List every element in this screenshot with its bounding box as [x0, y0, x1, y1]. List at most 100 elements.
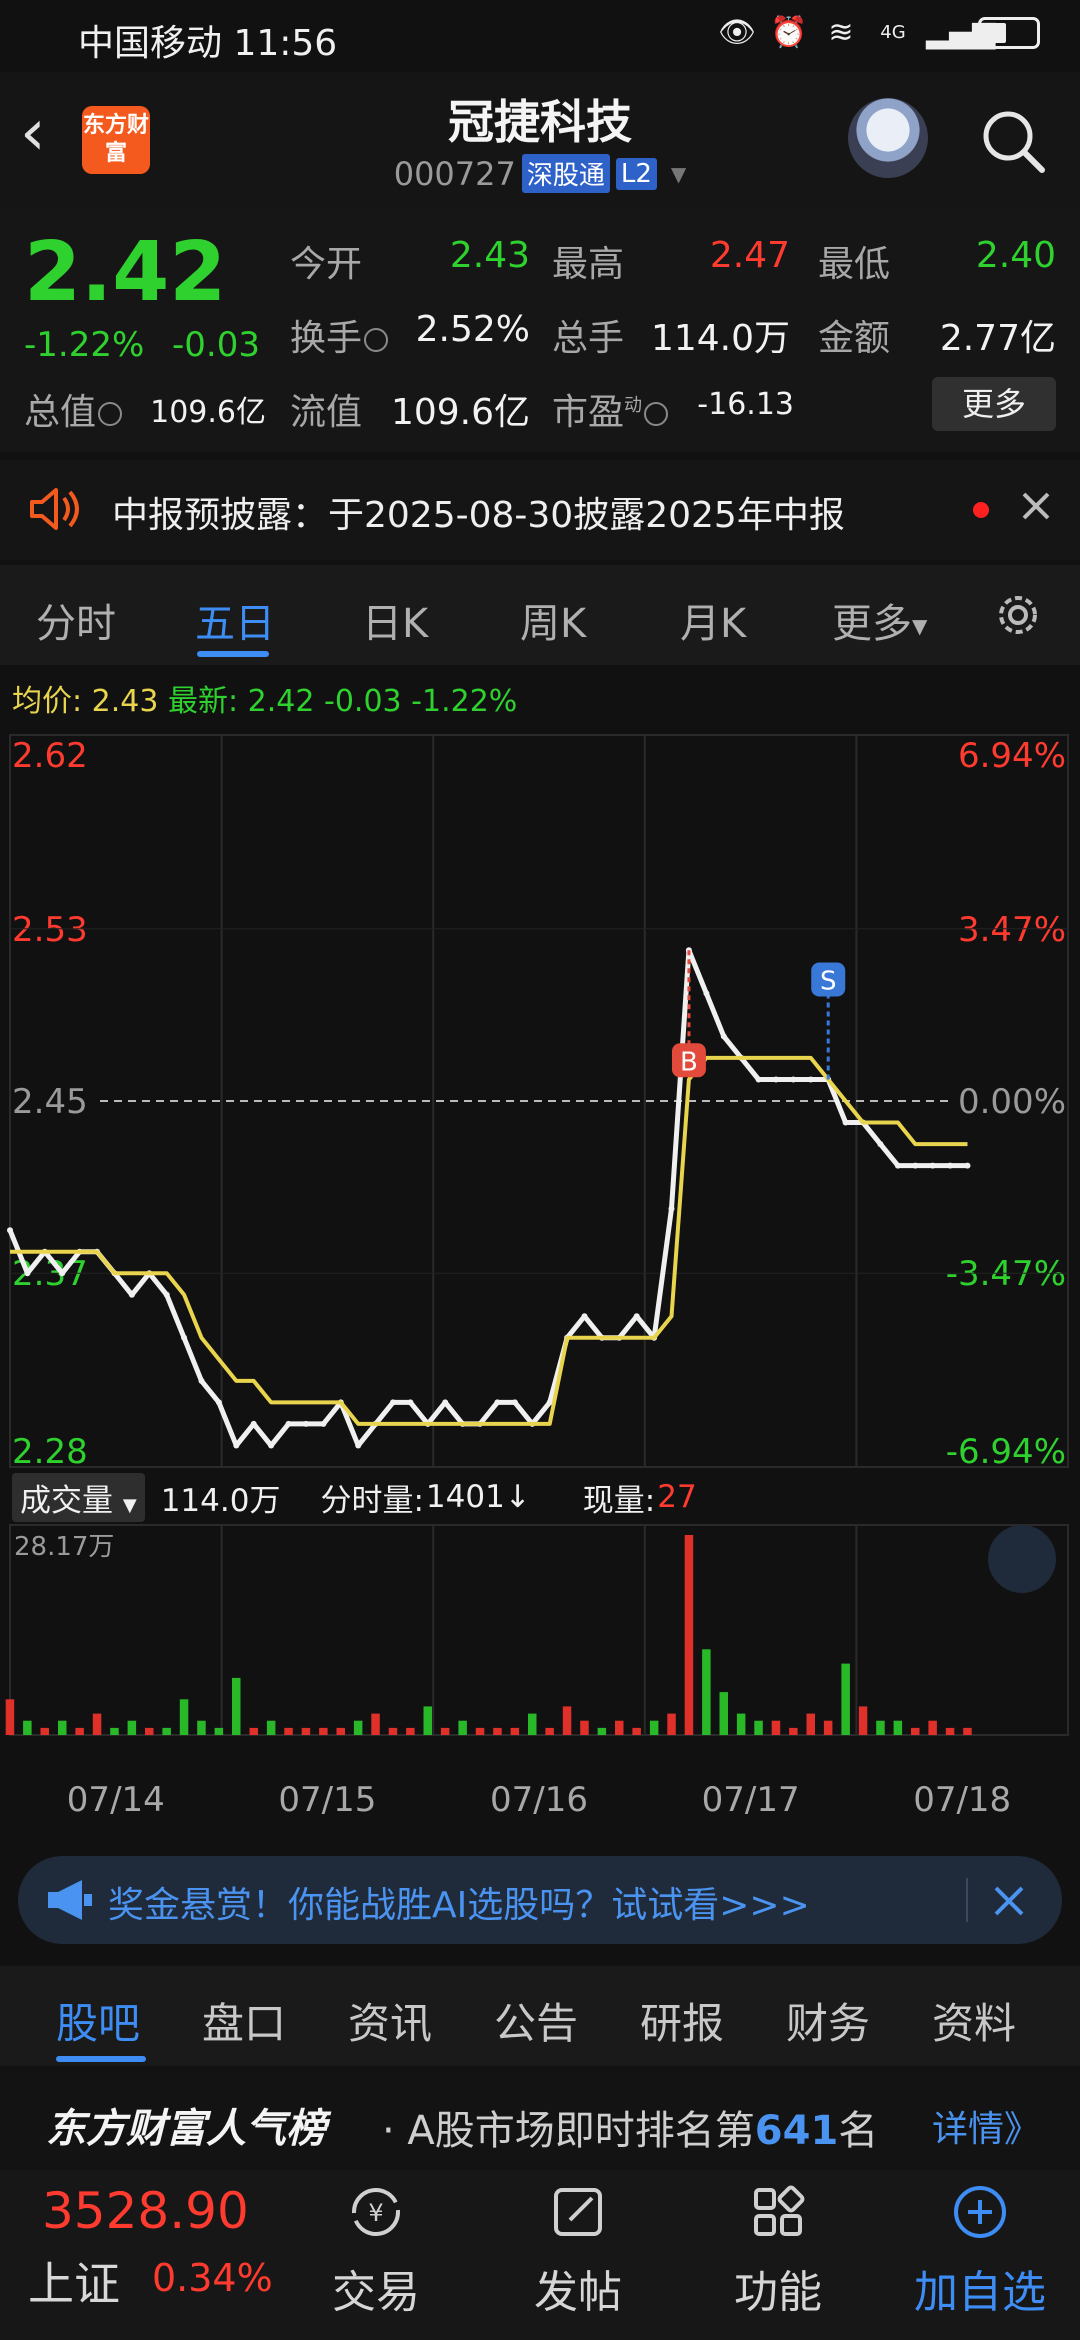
status-icons: 👁 ⏰ ≋ 4G ▂▄▆	[718, 16, 1040, 50]
tab-weekly-k[interactable]: 周K	[520, 591, 586, 649]
volume-bar	[806, 1713, 815, 1735]
tab-monthly-k[interactable]: 月K	[680, 591, 746, 649]
volume-bar	[545, 1727, 554, 1735]
rank-detail-link[interactable]: 详情》	[932, 2100, 1040, 2152]
volume-bar	[632, 1727, 641, 1735]
tab-five-day[interactable]: 五日	[195, 591, 275, 649]
price-point	[703, 990, 710, 997]
date-tick-label: 07/14	[66, 1780, 165, 1820]
battery-icon	[978, 17, 1040, 49]
volume-bar	[197, 1720, 206, 1735]
price-point	[581, 1313, 588, 1320]
latest-label: 最新:	[168, 684, 239, 719]
expand-icon	[988, 1525, 1056, 1593]
tab-profile[interactable]: 资料	[932, 1990, 1016, 2051]
megaphone-icon	[48, 1880, 92, 1920]
volume-bar	[353, 1720, 363, 1735]
nav-functions[interactable]: 功能	[708, 2180, 848, 2320]
volume-bar	[475, 1727, 485, 1735]
price-point	[807, 1076, 814, 1083]
five-day-chart[interactable]: 2.62 6.94%2.53 3.47%2.45 0.00%2.37 -3.47%2.2…	[0, 725, 1080, 1780]
price-point	[407, 1399, 414, 1406]
back-button[interactable]: ‹	[20, 98, 70, 178]
volume-bar	[423, 1706, 432, 1735]
volume-bar	[23, 1720, 32, 1735]
index-name: 上证	[28, 2257, 120, 2311]
stock-code-row[interactable]: 000727 深股通 L2 ▼	[340, 154, 740, 193]
price-point	[755, 1076, 762, 1083]
popularity-rank-row[interactable]: 东方财富人气榜 · A股市场即时排名第641名 详情》	[0, 2070, 1080, 2170]
volume-bar	[754, 1720, 763, 1735]
date-tick-label: 07/17	[701, 1780, 800, 1820]
date-axis: 07/14 07/15 07/16 07/17 07/18	[0, 1780, 1080, 1830]
volume-bar	[945, 1727, 955, 1735]
volume-bar	[667, 1713, 676, 1735]
tab-daily-k[interactable]: 日K	[362, 591, 428, 649]
volume-bar	[562, 1706, 572, 1735]
stock-code: 000727	[393, 154, 516, 193]
gear-icon[interactable]	[990, 587, 1046, 643]
price-point	[303, 1420, 309, 1427]
tab-underline	[197, 651, 269, 657]
nav-post-label: 发帖	[534, 2267, 622, 2318]
price-point	[720, 1033, 727, 1040]
avg-label: 均价:	[12, 684, 83, 719]
volume-bar	[876, 1720, 885, 1735]
volume-value: 114.0万	[650, 318, 790, 359]
tab-news[interactable]: 资讯	[348, 1990, 432, 2051]
price-point	[128, 1291, 135, 1298]
close-icon[interactable]	[1014, 484, 1058, 528]
nav-post[interactable]: 发帖	[508, 2180, 648, 2320]
nav-add-watchlist[interactable]: 加自选	[910, 2180, 1050, 2320]
tab-research[interactable]: 研报	[640, 1990, 724, 2051]
volume-bar	[249, 1727, 258, 1735]
robot-assistant-icon[interactable]	[848, 98, 928, 178]
tab-announcements[interactable]: 公告	[494, 1990, 578, 2051]
tab-financials[interactable]: 财务	[786, 1990, 870, 2051]
volume-header: 成交量 ▼ 114.0万 分时量: 1401↓ 现量: 27	[12, 1472, 697, 1522]
close-icon[interactable]	[984, 1876, 1034, 1926]
nav-trade[interactable]: ¥ 交易	[306, 2180, 446, 2320]
more-quote-button[interactable]: 更多	[932, 377, 1056, 431]
connect-tag: 深股通	[521, 154, 610, 193]
ai-banner[interactable]: 奖金悬赏！你能战胜AI选股吗？试试看>>>	[18, 1856, 1062, 1944]
tab-more[interactable]: 更多▼	[832, 591, 927, 649]
high-label: 最高	[552, 244, 625, 285]
pe-value: -16.13	[697, 387, 794, 422]
volume-bar	[893, 1720, 903, 1735]
tab-intraday[interactable]: 分时	[36, 591, 116, 649]
volume-bar	[771, 1720, 781, 1735]
quote-panel: 2.42 -1.22% -0.03 今开 2.43 最高 2.47 最低 2.4…	[0, 207, 1080, 452]
volume-bar	[266, 1720, 276, 1735]
app-logo[interactable]: 东方财富	[82, 106, 150, 174]
volume-label: 总手	[552, 318, 625, 359]
volume-bar	[719, 1692, 728, 1735]
volume-bar	[388, 1727, 398, 1735]
volume-bar	[493, 1727, 502, 1735]
notice-bar[interactable]: 中报预披露：于2025-08-30披露2025年中报	[0, 460, 1080, 560]
volume-bar	[406, 1727, 415, 1735]
volume-type-dropdown[interactable]: 成交量 ▼	[12, 1472, 145, 1522]
price-point	[912, 1162, 919, 1169]
volume-bar	[284, 1727, 293, 1735]
volume-bar	[336, 1727, 345, 1735]
notice-text: 中报预披露：于2025-08-30披露2025年中报	[112, 495, 845, 536]
price-point	[390, 1399, 396, 1406]
y-tick-left: 2.28	[12, 1432, 88, 1472]
high-value: 2.47	[709, 235, 790, 276]
volume-bar	[319, 1727, 328, 1735]
volume-bar	[736, 1713, 746, 1735]
rank-text: · A股市场即时排名第641名	[382, 2108, 879, 2154]
tick-volume-label: 分时量:	[320, 1482, 424, 1519]
bottom-nav: 3528.90 上证 0.34% ¥ 交易 发帖 功能 加自选	[0, 2170, 1080, 2340]
price-point	[964, 1162, 971, 1169]
index-value: 3528.90	[42, 2182, 249, 2240]
mktcap-value: 109.6亿	[150, 395, 266, 430]
tab-orderbook[interactable]: 盘口	[202, 1990, 286, 2051]
tab-underline	[56, 2056, 146, 2062]
search-icon[interactable]	[978, 106, 1048, 176]
index-ticker[interactable]: 3528.90 上证 0.34%	[0, 2170, 300, 2340]
tab-forum[interactable]: 股吧	[56, 1990, 140, 2051]
nav-trade-label: 交易	[332, 2267, 420, 2318]
float-value: 109.6亿	[390, 392, 530, 433]
